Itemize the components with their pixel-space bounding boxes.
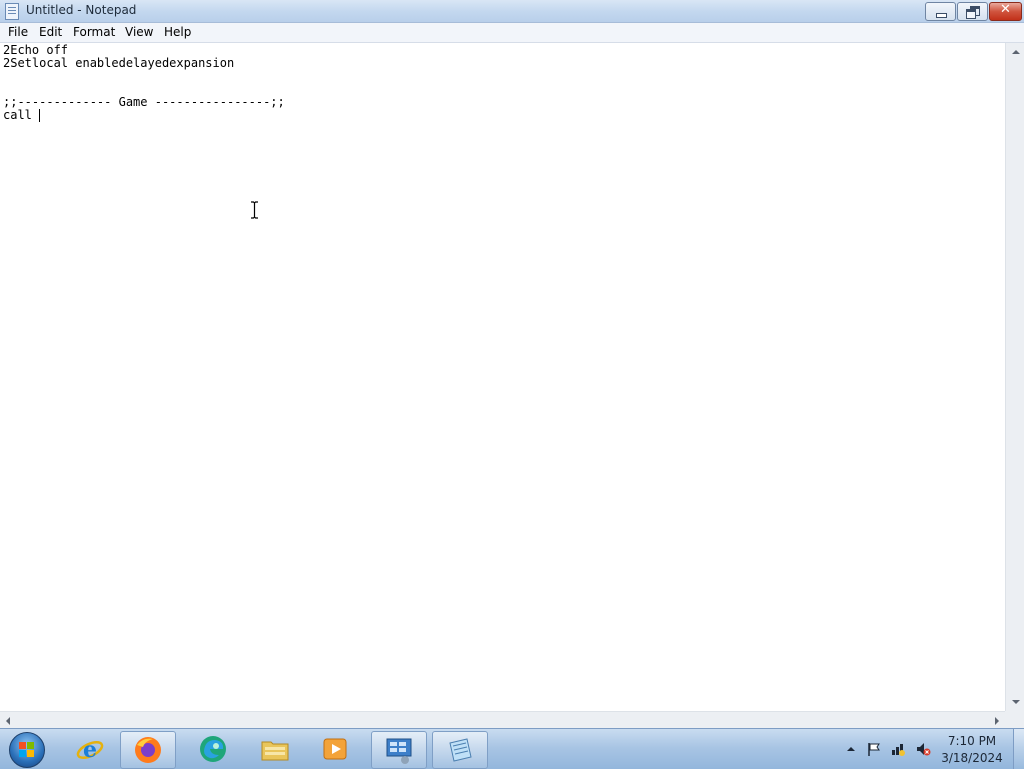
title-bar[interactable]: Untitled - Notepad ✕ [0,0,1024,23]
minimize-button[interactable] [925,2,956,21]
clock-time[interactable]: 7:10 PM [940,734,1004,748]
taskbar-notepad[interactable] [432,731,488,769]
media-player-icon [323,738,347,760]
close-button[interactable]: ✕ [989,2,1022,21]
notepad-app-icon[interactable] [5,3,19,20]
scroll-down-arrow-icon[interactable] [1006,694,1024,711]
size-grip[interactable] [1005,711,1024,728]
action-center-flag-icon[interactable] [866,741,882,757]
scroll-left-arrow-icon[interactable] [0,712,17,729]
taskbar-internet-explorer[interactable]: e [63,731,117,767]
menu-format[interactable]: Format [73,25,115,39]
editor-line: call [3,108,40,122]
svg-text:e: e [83,737,97,763]
close-icon: ✕ [1000,2,1011,17]
menu-help[interactable]: Help [164,25,191,39]
volume-muted-icon[interactable] [915,741,931,757]
taskbar-windows-explorer[interactable] [248,731,302,767]
taskbar: e 7:10 PM 3/18/2024 [0,728,1024,769]
vertical-scrollbar[interactable] [1005,43,1024,711]
scroll-right-arrow-icon[interactable] [988,712,1005,729]
scroll-up-arrow-icon[interactable] [1006,43,1024,60]
taskbar-media-player[interactable] [308,731,362,767]
restore-button[interactable] [957,2,988,21]
folder-icon [261,741,289,761]
remote-desktop-icon [386,738,412,764]
menu-edit[interactable]: Edit [39,25,62,39]
edge-icon [200,736,226,762]
clock-date[interactable]: 3/18/2024 [940,751,1004,765]
taskbar-edge[interactable] [186,731,240,767]
notepad-icon [449,738,472,762]
start-button[interactable] [4,730,48,768]
editor-line: 2Echo off [3,43,69,57]
window-title: Untitled - Notepad [26,3,137,17]
taskbar-remote-desktop[interactable] [371,731,427,769]
taskbar-firefox[interactable] [120,731,176,769]
show-hidden-icons-chevron-up-icon[interactable] [843,741,859,757]
network-icon[interactable] [890,741,906,757]
menu-file[interactable]: File [8,25,28,39]
menu-view[interactable]: View [125,25,153,39]
editor-line: ;;------------- Game ----------------;; [3,95,285,109]
firefox-icon [135,737,161,763]
text-caret [39,109,41,122]
editor-content[interactable]: 2Echo off 2Setlocal enabledelayedexpansi… [3,44,285,122]
text-editor[interactable]: 2Echo off 2Setlocal enabledelayedexpansi… [0,43,1005,711]
internet-explorer-icon: e [76,737,104,763]
horizontal-scrollbar[interactable] [0,711,1005,729]
menu-bar: File Edit Format View Help [0,23,1024,43]
ibeam-cursor-icon [251,201,258,219]
editor-line: 2Setlocal enabledelayedexpansion [3,56,235,70]
show-desktop-button[interactable] [1013,729,1024,769]
windows-logo-icon [9,732,45,768]
